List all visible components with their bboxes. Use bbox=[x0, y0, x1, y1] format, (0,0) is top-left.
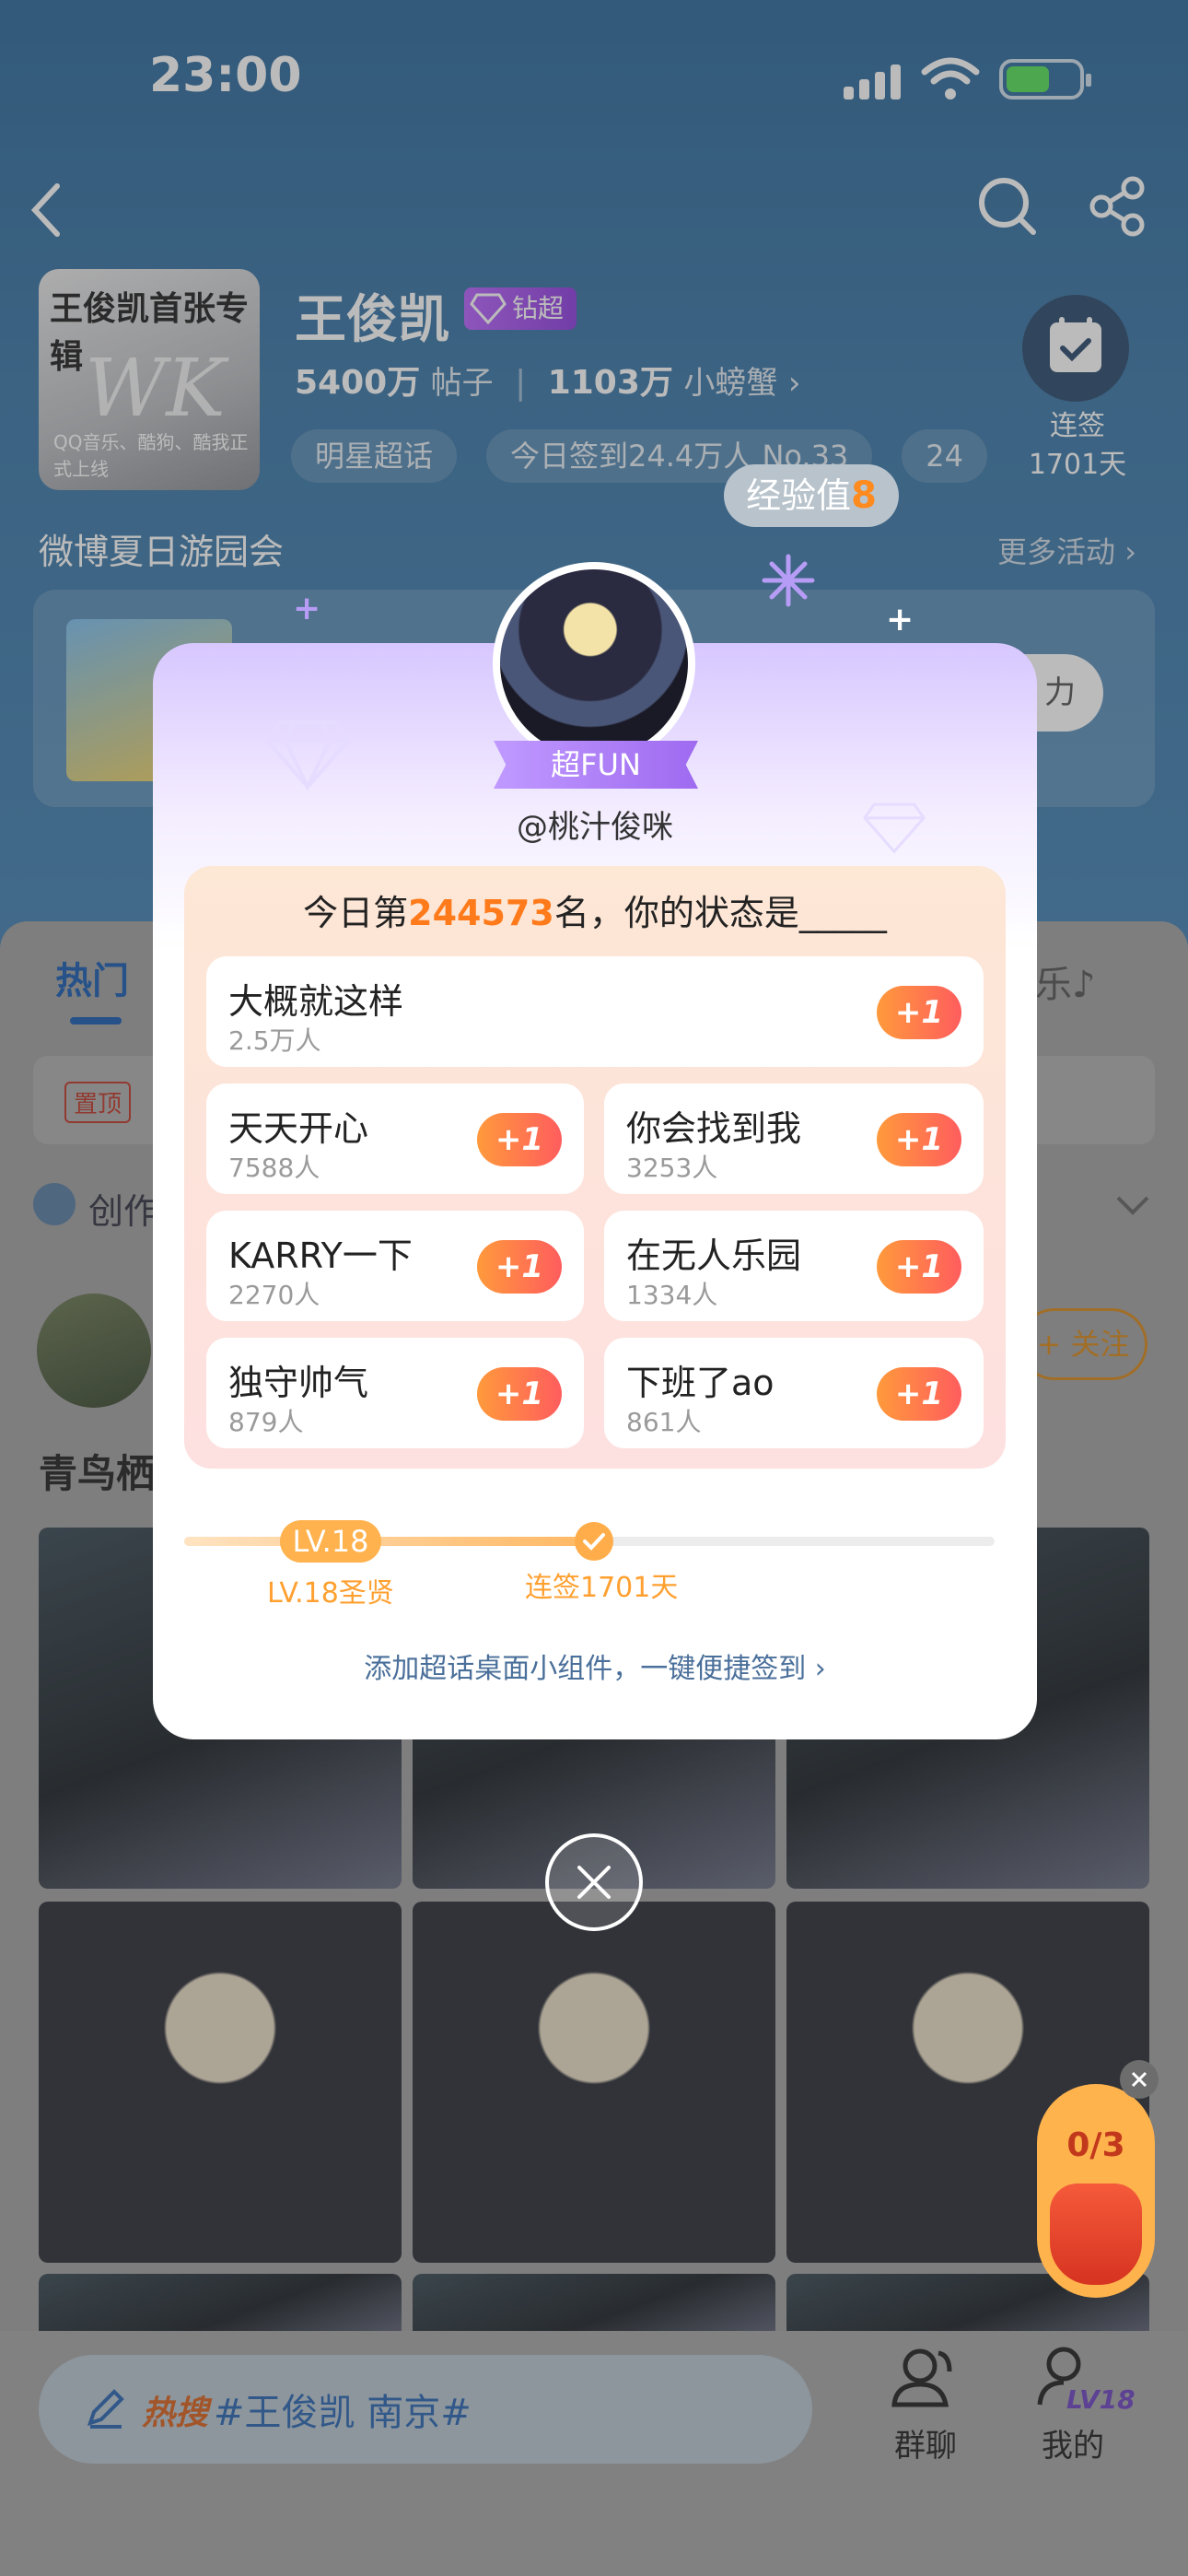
status-option-count: 3253人 bbox=[626, 1153, 718, 1183]
status-question: 今日第244573名，你的状态是_____ bbox=[153, 884, 1037, 935]
close-icon bbox=[577, 1866, 611, 1899]
add-widget-link[interactable]: 添加超话桌面小组件，一键便捷签到 › bbox=[153, 1645, 1037, 1686]
status-option-count: 7588人 bbox=[228, 1153, 320, 1183]
add-widget-label: 添加超话桌面小组件，一键便捷签到 bbox=[364, 1653, 807, 1685]
status-option-name: 下班了ao bbox=[626, 1363, 775, 1403]
experience-pill: 经验值8 bbox=[724, 464, 899, 527]
plus-one-button[interactable]: +1 bbox=[877, 986, 961, 1039]
status-option[interactable]: 大概就这样 2.5万人 +1 bbox=[206, 956, 984, 1067]
status-option-name: KARRY一下 bbox=[228, 1235, 413, 1276]
status-option[interactable]: 你会找到我 3253人 +1 bbox=[604, 1083, 984, 1194]
level-label: LV.18圣贤 bbox=[267, 1577, 394, 1610]
signin-days-label: 连签1701天 bbox=[525, 1572, 679, 1604]
status-option-count: 2.5万人 bbox=[228, 1025, 321, 1056]
lucky-bag-widget[interactable]: 0/3 bbox=[1037, 2084, 1155, 2298]
level-pill: LV.18 bbox=[280, 1520, 381, 1563]
user-avatar[interactable] bbox=[493, 562, 695, 765]
status-option[interactable]: 下班了ao 861人 +1 bbox=[604, 1338, 984, 1448]
status-option[interactable]: 在无人乐园 1334人 +1 bbox=[604, 1211, 984, 1321]
exp-value: 8 bbox=[851, 474, 877, 517]
status-option-name: 独守帅气 bbox=[228, 1363, 369, 1403]
status-option[interactable]: 天天开心 7588人 +1 bbox=[206, 1083, 584, 1194]
lucky-bag-close-button[interactable] bbox=[1120, 2060, 1159, 2099]
status-option-count: 879人 bbox=[228, 1407, 304, 1437]
status-option-count: 861人 bbox=[626, 1407, 702, 1437]
status-option[interactable]: KARRY一下 2270人 +1 bbox=[206, 1211, 584, 1321]
status-option-count: 2270人 bbox=[228, 1280, 320, 1310]
status-option-name: 你会找到我 bbox=[626, 1108, 802, 1149]
fun-badge: 超FUN bbox=[494, 741, 698, 789]
status-suffix: 名，你的状态是_____ bbox=[553, 893, 887, 933]
sparkle-burst-icon bbox=[762, 554, 815, 607]
plus-one-button[interactable]: +1 bbox=[477, 1240, 562, 1294]
status-option-name: 在无人乐园 bbox=[626, 1235, 802, 1276]
plus-one-button[interactable]: +1 bbox=[477, 1113, 562, 1166]
status-rank: 244573 bbox=[408, 893, 554, 933]
plus-one-button[interactable]: +1 bbox=[477, 1367, 562, 1421]
sparkle-icon: + bbox=[293, 590, 321, 627]
close-popup-button[interactable] bbox=[545, 1833, 643, 1931]
status-option-name: 天天开心 bbox=[228, 1108, 369, 1149]
plus-one-button[interactable]: +1 bbox=[877, 1240, 961, 1294]
username: @桃汁俊咪 bbox=[517, 809, 673, 846]
level-progress-fill bbox=[184, 1537, 599, 1546]
plus-one-button[interactable]: +1 bbox=[877, 1113, 961, 1166]
check-icon bbox=[575, 1522, 613, 1561]
sparkle-icon: + bbox=[886, 601, 914, 638]
status-option-name: 大概就这样 bbox=[228, 981, 404, 1022]
lucky-bag-count: 0/3 bbox=[1066, 2126, 1125, 2164]
lucky-bag-icon bbox=[1050, 2184, 1142, 2285]
plus-one-button[interactable]: +1 bbox=[877, 1367, 961, 1421]
close-icon bbox=[1131, 2071, 1147, 2088]
diamond-icon bbox=[264, 720, 351, 790]
status-option-count: 1334人 bbox=[626, 1280, 718, 1310]
status-option[interactable]: 独守帅气 879人 +1 bbox=[206, 1338, 584, 1448]
status-prefix: 今日第 bbox=[303, 893, 409, 933]
exp-label: 经验值 bbox=[746, 475, 852, 516]
